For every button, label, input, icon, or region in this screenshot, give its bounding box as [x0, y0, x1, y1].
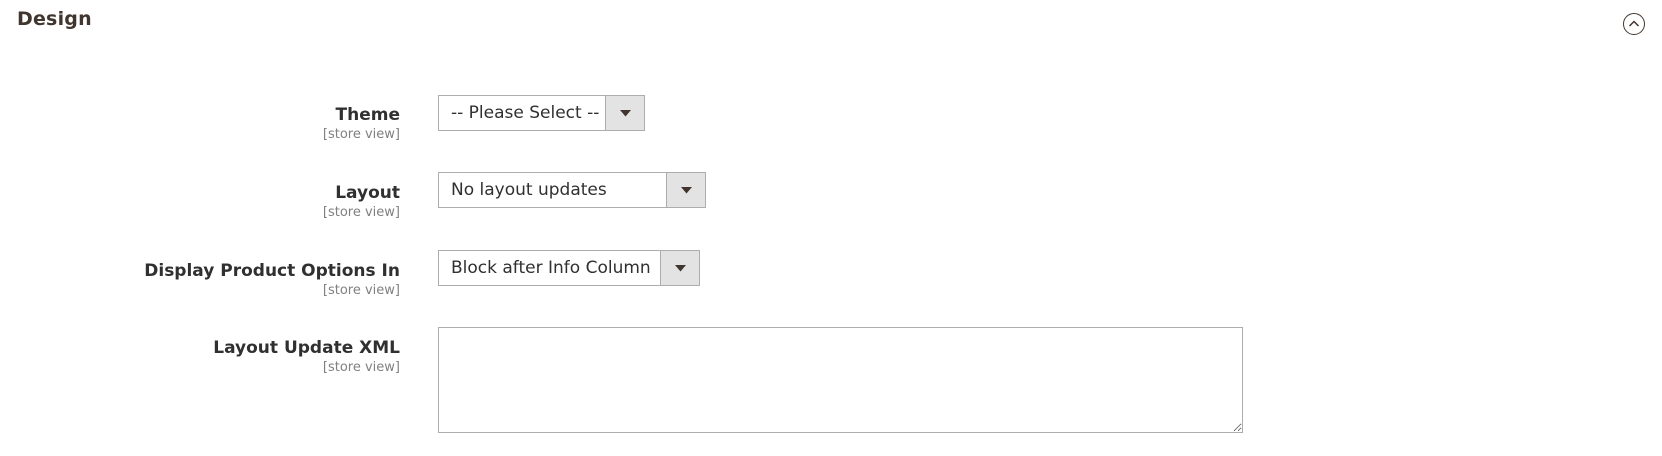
caret-down-icon: [620, 110, 631, 117]
section-header-design[interactable]: Design: [0, 0, 1662, 46]
layout-select[interactable]: No layout updates: [438, 172, 706, 208]
theme-scope: [store view]: [322, 127, 400, 142]
layout-xml-textarea[interactable]: [438, 327, 1243, 433]
display-options-select-value: Block after Info Column: [451, 258, 651, 278]
layout-select-dropdown-button[interactable]: [666, 173, 705, 207]
chevron-up-circle-icon[interactable]: [1623, 13, 1645, 35]
display-options-select-dropdown-button[interactable]: [660, 251, 699, 285]
theme-select-dropdown-button[interactable]: [605, 96, 644, 130]
section-title[interactable]: Design: [17, 8, 92, 30]
layout-select-value: No layout updates: [451, 180, 607, 200]
field-label-display-options: Display Product Options In [store view]: [144, 260, 400, 299]
layout-scope: [store view]: [322, 205, 400, 220]
display-options-scope: [store view]: [322, 283, 400, 298]
display-options-label: Display Product Options In: [144, 261, 400, 281]
caret-down-icon: [681, 187, 692, 194]
field-label-layout-xml: Layout Update XML [store view]: [213, 337, 400, 376]
layout-xml-scope: [store view]: [322, 360, 400, 375]
layout-xml-label: Layout Update XML: [213, 338, 400, 358]
caret-down-icon: [675, 265, 686, 272]
display-options-select[interactable]: Block after Info Column: [438, 250, 700, 286]
field-label-theme: Theme [store view]: [323, 104, 400, 143]
layout-label: Layout: [335, 183, 400, 203]
theme-label: Theme: [335, 105, 400, 125]
field-label-layout: Layout [store view]: [323, 182, 400, 221]
theme-select-value: -- Please Select --: [451, 103, 600, 123]
theme-select[interactable]: -- Please Select --: [438, 95, 645, 131]
